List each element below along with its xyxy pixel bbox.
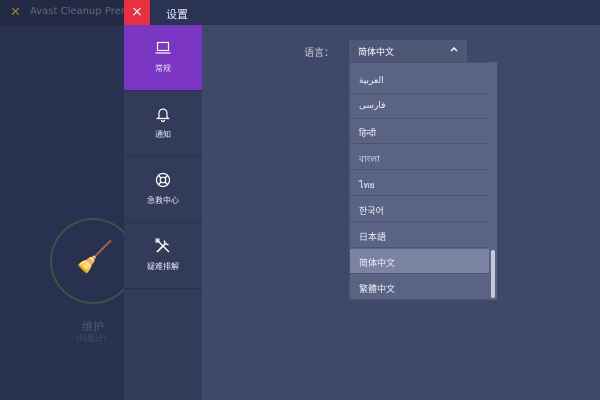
language-label: 语言： <box>304 48 334 59</box>
maintenance-sublabel: (问题计) <box>76 334 107 343</box>
close-button[interactable]: × <box>124 0 150 25</box>
nav-divider <box>124 288 202 289</box>
language-option-label: 한국어 <box>359 207 384 217</box>
language-option-label: हिन्दी <box>359 129 377 139</box>
language-option-thai[interactable]: ไทย <box>350 171 490 196</box>
language-option-label: فارسی <box>359 101 386 111</box>
language-option-korean[interactable]: 한국어 <box>350 197 490 222</box>
dropdown-scroll-thumb[interactable] <box>491 250 495 298</box>
tools-icon <box>155 238 170 253</box>
language-option-simplified-chinese[interactable]: 简体中文 <box>350 249 490 274</box>
sidebar-item-label: 急救中心 <box>147 196 179 205</box>
bell-icon <box>156 108 170 123</box>
sidebar-item-troubleshooting[interactable]: 疑难排解 <box>124 223 202 288</box>
avast-logo-icon: ✕ <box>10 5 21 20</box>
language-option-hindi[interactable]: हिन्दी <box>350 119 490 144</box>
language-option-arabic[interactable]: العربية <box>350 69 490 94</box>
sidebar-item-label: 常规 <box>155 64 171 73</box>
language-option-label: ไทย <box>359 181 375 191</box>
maintenance-label: 维护 <box>82 320 104 333</box>
sidebar-item-rescue-center[interactable]: 急救中心 <box>124 157 202 222</box>
settings-sidebar: 常规 通知 急救中心 疑难排解 <box>124 25 202 400</box>
settings-title: 设置 <box>166 8 188 21</box>
language-option-japanese[interactable]: 日本語 <box>350 223 490 248</box>
chevron-up-icon <box>450 47 458 52</box>
language-dropdown: العربية فارسی हिन्दी বাংলা ไทย 한국어 日本語 简… <box>349 62 497 300</box>
sidebar-item-label: 通知 <box>155 130 171 139</box>
sidebar-item-label: 疑难排解 <box>147 262 179 271</box>
language-select-value: 简体中文 <box>358 48 395 58</box>
settings-header <box>124 0 600 25</box>
language-option-label: 简体中文 <box>359 259 396 269</box>
lifebuoy-icon <box>155 172 171 188</box>
language-option-label: 繁體中文 <box>359 285 396 295</box>
language-option-label: বাংলা <box>359 155 380 165</box>
sidebar-item-general[interactable]: 常规 <box>124 25 202 90</box>
laptop-icon <box>155 41 171 54</box>
sidebar-item-notifications[interactable]: 通知 <box>124 91 202 156</box>
language-option-persian[interactable]: فارسی <box>350 94 490 119</box>
language-option-label: العربية <box>359 76 384 86</box>
broom-icon: 🧹 <box>76 240 114 275</box>
language-option-label: 日本語 <box>359 233 387 243</box>
language-select[interactable]: 简体中文 <box>349 40 467 62</box>
language-option-bengali[interactable]: বাংলা <box>350 145 490 170</box>
language-option-traditional-chinese[interactable]: 繁體中文 <box>350 275 490 299</box>
